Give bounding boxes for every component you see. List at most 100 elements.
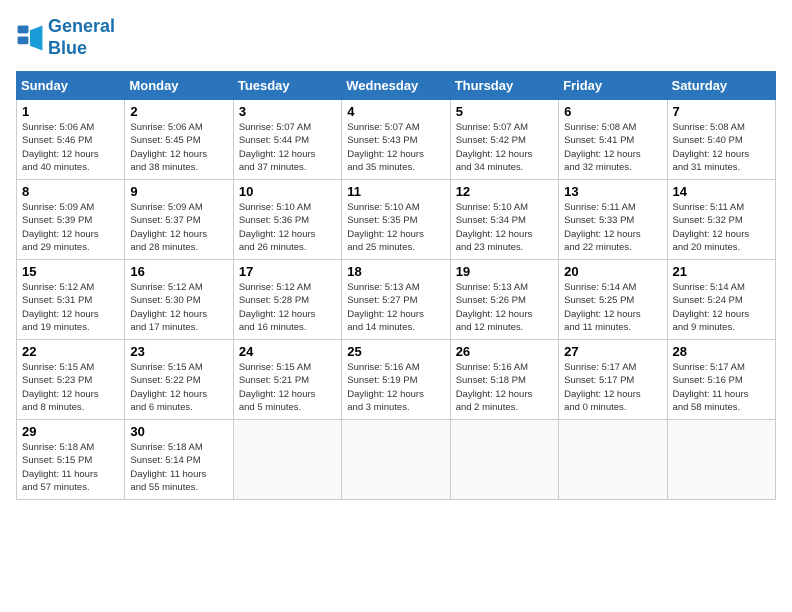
calendar-day-7: 7 Sunrise: 5:08 AM Sunset: 5:40 PM Daylig… bbox=[667, 100, 775, 180]
weekday-header-saturday: Saturday bbox=[667, 72, 775, 100]
calendar-day-28: 28 Sunrise: 5:17 AM Sunset: 5:16 PM Dayli… bbox=[667, 340, 775, 420]
calendar-day-16: 16 Sunrise: 5:12 AM Sunset: 5:30 PM Dayli… bbox=[125, 260, 233, 340]
calendar-week-3: 15 Sunrise: 5:12 AM Sunset: 5:31 PM Dayli… bbox=[17, 260, 776, 340]
day-number: 28 bbox=[673, 344, 770, 359]
day-number: 16 bbox=[130, 264, 227, 279]
day-number: 24 bbox=[239, 344, 336, 359]
day-number: 20 bbox=[564, 264, 661, 279]
calendar-day-30: 30 Sunrise: 5:18 AM Sunset: 5:14 PM Dayli… bbox=[125, 420, 233, 500]
day-info: Sunrise: 5:17 AM Sunset: 5:17 PM Dayligh… bbox=[564, 361, 661, 414]
day-info: Sunrise: 5:15 AM Sunset: 5:21 PM Dayligh… bbox=[239, 361, 336, 414]
day-info: Sunrise: 5:06 AM Sunset: 5:45 PM Dayligh… bbox=[130, 121, 227, 174]
day-number: 17 bbox=[239, 264, 336, 279]
calendar-day-10: 10 Sunrise: 5:10 AM Sunset: 5:36 PM Dayli… bbox=[233, 180, 341, 260]
calendar-day-24: 24 Sunrise: 5:15 AM Sunset: 5:21 PM Dayli… bbox=[233, 340, 341, 420]
weekday-header-wednesday: Wednesday bbox=[342, 72, 450, 100]
empty-cell bbox=[233, 420, 341, 500]
day-number: 5 bbox=[456, 104, 553, 119]
calendar-day-26: 26 Sunrise: 5:16 AM Sunset: 5:18 PM Dayli… bbox=[450, 340, 558, 420]
calendar-day-4: 4Sunrise: 5:07 AM Sunset: 5:43 PM Daylig… bbox=[342, 100, 450, 180]
calendar-day-14: 14Sunrise: 5:11 AM Sunset: 5:32 PM Dayli… bbox=[667, 180, 775, 260]
calendar-day-5: 5Sunrise: 5:07 AM Sunset: 5:42 PM Daylig… bbox=[450, 100, 558, 180]
day-info: Sunrise: 5:18 AM Sunset: 5:15 PM Dayligh… bbox=[22, 441, 119, 494]
day-info: Sunrise: 5:18 AM Sunset: 5:14 PM Dayligh… bbox=[130, 441, 227, 494]
day-info: Sunrise: 5:13 AM Sunset: 5:27 PM Dayligh… bbox=[347, 281, 444, 334]
calendar-day-27: 27 Sunrise: 5:17 AM Sunset: 5:17 PM Dayli… bbox=[559, 340, 667, 420]
day-number: 1 bbox=[22, 104, 119, 119]
weekday-header-tuesday: Tuesday bbox=[233, 72, 341, 100]
calendar-week-1: 1 Sunrise: 5:06 AM Sunset: 5:46 PM Daylig… bbox=[17, 100, 776, 180]
day-info: Sunrise: 5:12 AM Sunset: 5:31 PM Dayligh… bbox=[22, 281, 119, 334]
day-number: 22 bbox=[22, 344, 119, 359]
calendar-day-21: 21 Sunrise: 5:14 AM Sunset: 5:24 PM Dayli… bbox=[667, 260, 775, 340]
calendar-day-17: 17 Sunrise: 5:12 AM Sunset: 5:28 PM Dayli… bbox=[233, 260, 341, 340]
day-number: 12 bbox=[456, 184, 553, 199]
calendar-day-29: 29 Sunrise: 5:18 AM Sunset: 5:15 PM Dayli… bbox=[17, 420, 125, 500]
day-info: Sunrise: 5:10 AM Sunset: 5:35 PM Dayligh… bbox=[347, 201, 444, 254]
day-number: 29 bbox=[22, 424, 119, 439]
calendar-day-22: 22 Sunrise: 5:15 AM Sunset: 5:23 PM Dayli… bbox=[17, 340, 125, 420]
day-info: Sunrise: 5:06 AM Sunset: 5:46 PM Dayligh… bbox=[22, 121, 119, 174]
day-number: 8 bbox=[22, 184, 119, 199]
day-number: 26 bbox=[456, 344, 553, 359]
calendar-day-9: 9Sunrise: 5:09 AM Sunset: 5:37 PM Daylig… bbox=[125, 180, 233, 260]
calendar-week-2: 8 Sunrise: 5:09 AM Sunset: 5:39 PM Daylig… bbox=[17, 180, 776, 260]
day-info: Sunrise: 5:11 AM Sunset: 5:33 PM Dayligh… bbox=[564, 201, 661, 254]
calendar-day-3: 3 Sunrise: 5:07 AM Sunset: 5:44 PM Daylig… bbox=[233, 100, 341, 180]
day-info: Sunrise: 5:16 AM Sunset: 5:19 PM Dayligh… bbox=[347, 361, 444, 414]
calendar-day-12: 12 Sunrise: 5:10 AM Sunset: 5:34 PM Dayli… bbox=[450, 180, 558, 260]
calendar-day-2: 2 Sunrise: 5:06 AM Sunset: 5:45 PM Daylig… bbox=[125, 100, 233, 180]
day-info: Sunrise: 5:09 AM Sunset: 5:37 PM Dayligh… bbox=[130, 201, 227, 254]
day-info: Sunrise: 5:07 AM Sunset: 5:43 PM Dayligh… bbox=[347, 121, 444, 174]
calendar-day-25: 25 Sunrise: 5:16 AM Sunset: 5:19 PM Dayli… bbox=[342, 340, 450, 420]
day-info: Sunrise: 5:12 AM Sunset: 5:28 PM Dayligh… bbox=[239, 281, 336, 334]
day-info: Sunrise: 5:17 AM Sunset: 5:16 PM Dayligh… bbox=[673, 361, 770, 414]
day-number: 25 bbox=[347, 344, 444, 359]
calendar-day-15: 15 Sunrise: 5:12 AM Sunset: 5:31 PM Dayli… bbox=[17, 260, 125, 340]
day-number: 10 bbox=[239, 184, 336, 199]
calendar-week-5: 29 Sunrise: 5:18 AM Sunset: 5:15 PM Dayli… bbox=[17, 420, 776, 500]
day-number: 2 bbox=[130, 104, 227, 119]
day-number: 15 bbox=[22, 264, 119, 279]
page-header: General Blue bbox=[16, 16, 776, 59]
day-info: Sunrise: 5:10 AM Sunset: 5:34 PM Dayligh… bbox=[456, 201, 553, 254]
day-number: 14 bbox=[673, 184, 770, 199]
day-info: Sunrise: 5:15 AM Sunset: 5:22 PM Dayligh… bbox=[130, 361, 227, 414]
day-info: Sunrise: 5:08 AM Sunset: 5:40 PM Dayligh… bbox=[673, 121, 770, 174]
day-number: 30 bbox=[130, 424, 227, 439]
day-info: Sunrise: 5:07 AM Sunset: 5:44 PM Dayligh… bbox=[239, 121, 336, 174]
calendar-table: SundayMondayTuesdayWednesdayThursdayFrid… bbox=[16, 71, 776, 500]
weekday-header-monday: Monday bbox=[125, 72, 233, 100]
empty-cell bbox=[450, 420, 558, 500]
calendar-day-19: 19Sunrise: 5:13 AM Sunset: 5:26 PM Dayli… bbox=[450, 260, 558, 340]
day-info: Sunrise: 5:14 AM Sunset: 5:25 PM Dayligh… bbox=[564, 281, 661, 334]
calendar-day-11: 11Sunrise: 5:10 AM Sunset: 5:35 PM Dayli… bbox=[342, 180, 450, 260]
day-number: 3 bbox=[239, 104, 336, 119]
calendar-week-4: 22 Sunrise: 5:15 AM Sunset: 5:23 PM Dayli… bbox=[17, 340, 776, 420]
day-info: Sunrise: 5:16 AM Sunset: 5:18 PM Dayligh… bbox=[456, 361, 553, 414]
day-number: 6 bbox=[564, 104, 661, 119]
day-info: Sunrise: 5:14 AM Sunset: 5:24 PM Dayligh… bbox=[673, 281, 770, 334]
calendar-day-20: 20 Sunrise: 5:14 AM Sunset: 5:25 PM Dayli… bbox=[559, 260, 667, 340]
day-info: Sunrise: 5:15 AM Sunset: 5:23 PM Dayligh… bbox=[22, 361, 119, 414]
day-info: Sunrise: 5:10 AM Sunset: 5:36 PM Dayligh… bbox=[239, 201, 336, 254]
day-number: 13 bbox=[564, 184, 661, 199]
calendar-day-13: 13 Sunrise: 5:11 AM Sunset: 5:33 PM Dayli… bbox=[559, 180, 667, 260]
weekday-header-sunday: Sunday bbox=[17, 72, 125, 100]
weekday-header-friday: Friday bbox=[559, 72, 667, 100]
day-info: Sunrise: 5:12 AM Sunset: 5:30 PM Dayligh… bbox=[130, 281, 227, 334]
empty-cell bbox=[559, 420, 667, 500]
empty-cell bbox=[342, 420, 450, 500]
calendar-day-1: 1 Sunrise: 5:06 AM Sunset: 5:46 PM Daylig… bbox=[17, 100, 125, 180]
day-number: 23 bbox=[130, 344, 227, 359]
day-number: 18 bbox=[347, 264, 444, 279]
day-info: Sunrise: 5:13 AM Sunset: 5:26 PM Dayligh… bbox=[456, 281, 553, 334]
logo: General Blue bbox=[16, 16, 115, 59]
day-info: Sunrise: 5:09 AM Sunset: 5:39 PM Dayligh… bbox=[22, 201, 119, 254]
day-number: 27 bbox=[564, 344, 661, 359]
day-number: 21 bbox=[673, 264, 770, 279]
day-info: Sunrise: 5:08 AM Sunset: 5:41 PM Dayligh… bbox=[564, 121, 661, 174]
day-number: 7 bbox=[673, 104, 770, 119]
calendar-day-8: 8 Sunrise: 5:09 AM Sunset: 5:39 PM Daylig… bbox=[17, 180, 125, 260]
calendar-day-6: 6 Sunrise: 5:08 AM Sunset: 5:41 PM Daylig… bbox=[559, 100, 667, 180]
